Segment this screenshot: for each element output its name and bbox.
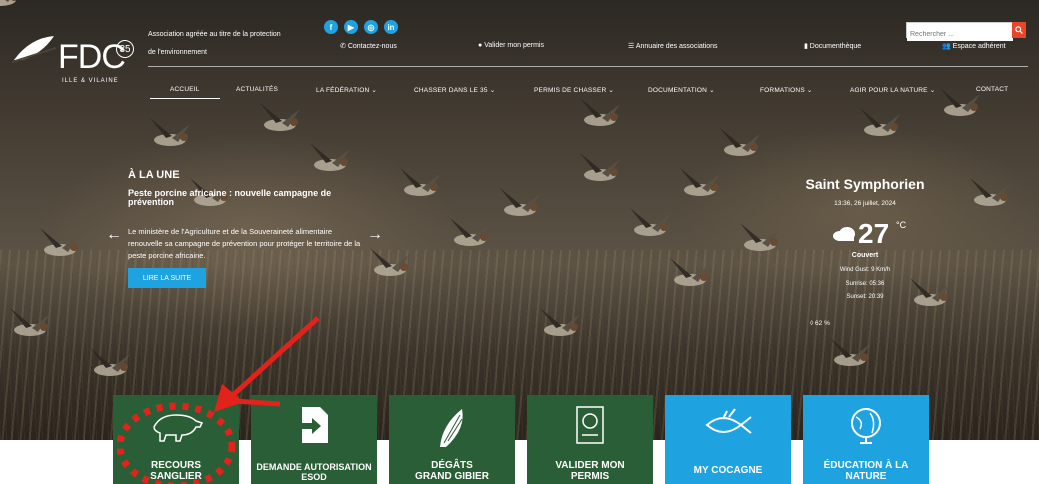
logo-number: 35 (116, 40, 134, 58)
weather-unit: °C (896, 220, 907, 230)
tile-recours-sanglier[interactable]: RECOURS SANGLIER (113, 395, 239, 484)
logo-text: FDC (58, 38, 126, 76)
linkedin-icon[interactable]: in (384, 20, 398, 34)
chevron-down-icon: ⌄ (707, 87, 715, 94)
document-arrow-icon (296, 407, 328, 443)
nav-item-actualites[interactable]: ACTUALITÉS (236, 86, 278, 93)
phone-icon: ✆ (340, 43, 348, 50)
logo-leaf-icon (12, 36, 56, 63)
nav-item-federation[interactable]: LA FÉDÉRATION ⌄ (316, 86, 377, 94)
weather-sunset: Sunset: 20:39 (846, 294, 884, 300)
chevron-down-icon: ⌄ (606, 87, 615, 94)
read-more-button[interactable]: LIRE LA SUITE (128, 268, 206, 288)
une-headline[interactable]: Peste porcine africaine : nouvelle campa… (128, 189, 378, 207)
nav-item-agir[interactable]: AGIR POUR LA NATURE ⌄ (850, 86, 935, 94)
weather-city: Saint Symphorien (805, 176, 925, 192)
tile-my-cocagne[interactable]: MY COCAGNE (665, 395, 791, 484)
logo-subtitle: ILLE & VILAINE (62, 78, 119, 84)
list-icon: ☰ (628, 43, 636, 50)
toplink-contact[interactable]: ✆ Contactez-nous (340, 42, 397, 50)
fish-icon (705, 408, 752, 434)
quick-access-tiles: RECOURS SANGLIER DEMANDE AUTORISATION ESOD… (113, 395, 929, 484)
weather-datetime: 13:36, 26 juillet, 2024 (834, 200, 896, 207)
une-label: À LA UNE (128, 169, 180, 181)
permit-document-icon (576, 406, 604, 444)
tile-valider-mon-permis[interactable]: VALIDER MON PERMIS (527, 395, 653, 484)
nav-item-permis[interactable]: PERMIS DE CHASSER ⌄ (534, 86, 614, 94)
globe-icon (851, 408, 881, 444)
weather-wind: Wind Gust: 9 Km/h (839, 267, 891, 273)
youtube-icon[interactable]: ▶ (344, 20, 358, 34)
hero-banner: FDC 35 ILLE & VILAINE Association agréée… (0, 0, 1039, 440)
weather-temperature: 27 (858, 218, 890, 249)
toplink-member-area[interactable]: 👥 Espace adhérent (942, 42, 1006, 50)
users-icon: 👥 (942, 43, 953, 50)
weather-sunrise: Sunrise: 05:36 (845, 281, 885, 287)
search-box (906, 22, 1026, 41)
fdc35-logo[interactable]: FDC 35 ILLE & VILAINE (12, 20, 134, 90)
chevron-down-icon: ⌄ (804, 87, 813, 94)
nav-item-chasser[interactable]: CHASSER DANS LE 35 ⌄ (414, 86, 495, 94)
association-text: Association agréée au titre de la protec… (148, 31, 281, 56)
tile-education-nature[interactable]: ÉDUCATION À LA NATURE (803, 395, 929, 484)
cloud-icon (833, 227, 855, 241)
nav-item-formations[interactable]: FORMATIONS ⌄ (760, 86, 813, 94)
nav-item-documentation[interactable]: DOCUMENTATION ⌄ (648, 86, 715, 94)
nav-active-indicator (150, 98, 220, 99)
facebook-icon[interactable]: f (324, 20, 338, 34)
weather-humidity: ◊ 62 % (810, 320, 830, 327)
toplink-validate-permit[interactable]: ● Valider mon permis (478, 42, 544, 49)
search-input[interactable] (907, 28, 1013, 41)
search-icon (1015, 26, 1023, 34)
corn-icon (440, 409, 463, 447)
search-button[interactable] (1012, 22, 1026, 38)
toplink-documents[interactable]: ▮ Documenthèque (804, 42, 861, 50)
tile-demande-autorisation-esod[interactable]: DEMANDE AUTORISATION ESOD (251, 395, 377, 484)
toplink-directory[interactable]: ☰ Annuaire des associations (628, 42, 718, 50)
chevron-down-icon: ⌄ (369, 87, 378, 94)
social-links: f ▶ ◎ in (324, 20, 398, 34)
nav-item-accueil[interactable]: ACCUEIL (170, 86, 200, 93)
tile-degats-grand-gibier[interactable]: DÉGÂTS GRAND GIBIER (389, 395, 515, 484)
instagram-icon[interactable]: ◎ (364, 20, 378, 34)
chevron-down-icon: ⌄ (487, 87, 496, 94)
weather-condition: Couvert (851, 252, 879, 259)
une-text: Le ministère de l'Agriculture et de la S… (128, 227, 361, 260)
slider-next-arrow-icon[interactable]: → (367, 226, 383, 244)
slider-prev-arrow-icon[interactable]: ← (106, 226, 122, 244)
chevron-down-icon: ⌄ (927, 87, 936, 94)
boar-icon (153, 414, 204, 442)
nav-item-contact[interactable]: CONTACT (976, 86, 1008, 93)
header-divider (148, 66, 1028, 67)
